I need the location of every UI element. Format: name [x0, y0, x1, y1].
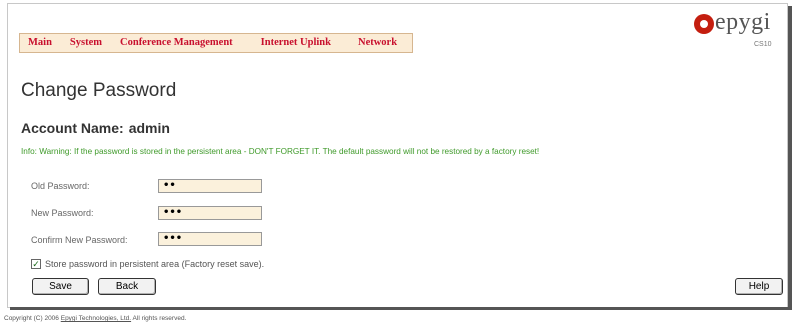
save-button[interactable]: Save [32, 278, 89, 295]
back-button[interactable]: Back [98, 278, 156, 295]
help-button[interactable]: Help [735, 278, 783, 295]
new-password-label: New Password: [31, 208, 94, 218]
menu-item-conference-management[interactable]: Conference Management [111, 34, 242, 52]
menu-item-network[interactable]: Network [349, 34, 406, 52]
confirm-password-field[interactable]: ••• [158, 232, 262, 246]
menu-spacer [406, 34, 412, 52]
logo-model: CS10 [754, 41, 772, 48]
info-warning: Info: Warning: If the password is stored… [21, 147, 540, 156]
frame-shadow-bottom [10, 307, 792, 310]
footer-company-link[interactable]: Epygi Technologies, Ltd. [61, 315, 131, 322]
confirm-password-label: Confirm New Password: [31, 235, 128, 245]
frame-shadow-right [788, 6, 792, 309]
footer-suffix: All rights reserved. [132, 315, 187, 322]
store-password-row: ✓ Store password in persistent area (Fac… [31, 259, 264, 269]
logo-text: epygi [715, 9, 771, 35]
logo-mark-icon [694, 14, 714, 34]
account-name-value: admin [128, 120, 170, 136]
epygi-logo: epygi CS10 [694, 9, 782, 51]
old-password-field[interactable]: •• [158, 179, 262, 193]
menu-item-internet-uplink[interactable]: Internet Uplink [242, 34, 349, 52]
top-menu-bar: Main System Conference Management Intern… [19, 33, 414, 53]
menu-item-system[interactable]: System [61, 34, 111, 52]
new-password-field[interactable]: ••• [158, 206, 262, 220]
copyright-footer: Copyright (C) 2006 Epygi Technologies, L… [4, 315, 186, 322]
menu-item-main[interactable]: Main [20, 34, 61, 52]
page-title: Change Password [21, 80, 177, 101]
store-password-label: Store password in persistent area (Facto… [45, 259, 265, 269]
account-name: Account Name: admin [21, 120, 170, 136]
footer-prefix: Copyright (C) 2006 [4, 315, 59, 322]
account-name-label: Account Name: [21, 120, 124, 136]
store-password-checkbox[interactable]: ✓ [31, 259, 41, 269]
old-password-label: Old Password: [31, 181, 90, 191]
